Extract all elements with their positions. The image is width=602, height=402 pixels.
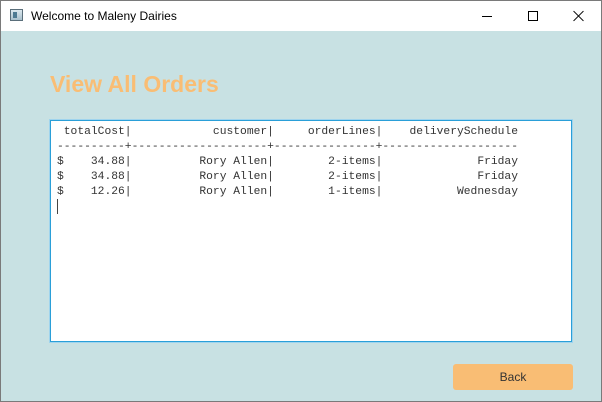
orders-table-text: totalCost| customer| orderLines| deliver… — [57, 126, 518, 198]
app-window: Welcome to Maleny Dairies View All Order… — [0, 0, 602, 402]
close-button[interactable] — [556, 1, 601, 31]
minimize-icon — [482, 16, 492, 17]
minimize-button[interactable] — [464, 1, 510, 31]
window-title: Welcome to Maleny Dairies — [31, 9, 177, 23]
text-caret — [57, 199, 58, 214]
orders-text-area[interactable]: totalCost| customer| orderLines| deliver… — [50, 120, 572, 342]
app-icon — [10, 9, 23, 21]
maximize-icon — [528, 11, 538, 21]
back-button[interactable]: Back — [453, 364, 573, 390]
title-bar[interactable]: Welcome to Maleny Dairies — [1, 1, 601, 31]
close-icon — [573, 10, 585, 22]
page-title: View All Orders — [50, 71, 219, 97]
maximize-button[interactable] — [510, 1, 556, 31]
